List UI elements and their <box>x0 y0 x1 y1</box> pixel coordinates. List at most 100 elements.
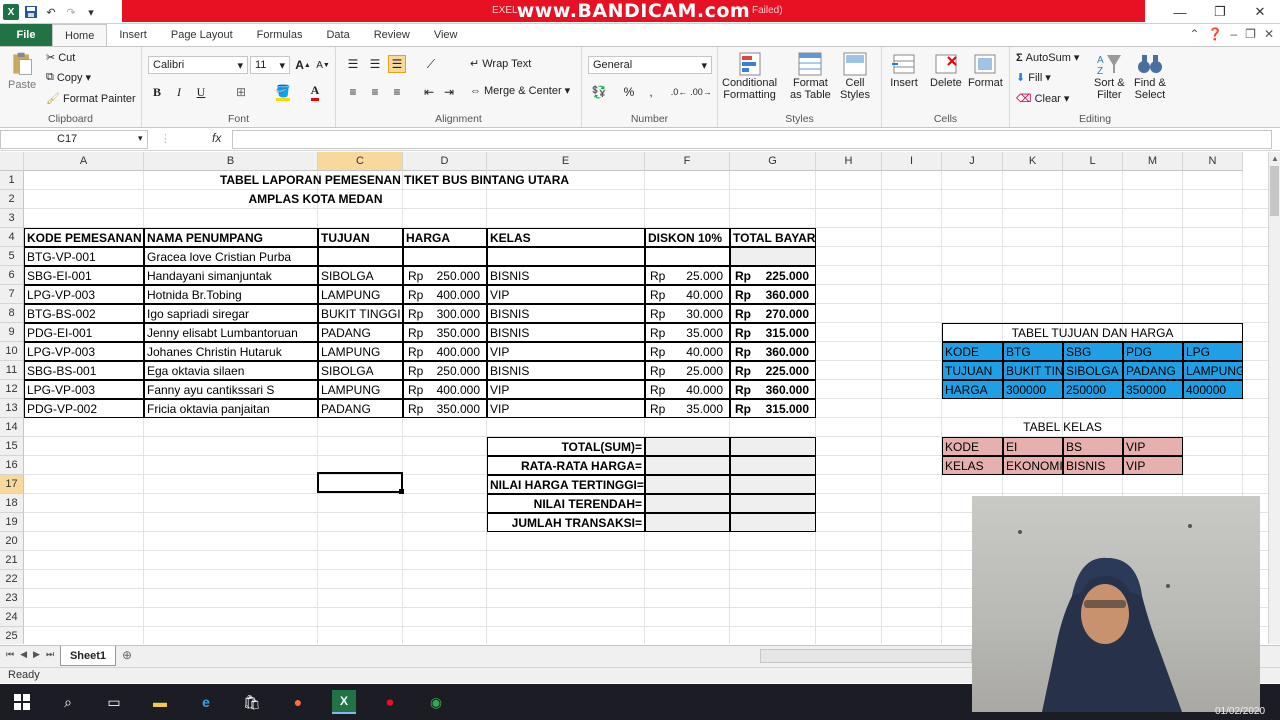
table-cell-kelas[interactable] <box>487 247 645 266</box>
store-icon[interactable]: 🛍 <box>240 690 264 714</box>
scroll-up-icon[interactable]: ▲ <box>1271 154 1279 163</box>
kelas-table-cell[interactable]: KELAS <box>942 456 1003 475</box>
table-cell-tujuan[interactable]: PADANG <box>318 399 403 418</box>
excel-app-icon[interactable]: X <box>3 4 19 20</box>
table-cell-harga[interactable]: Rp 300.000 <box>403 304 487 323</box>
tujuan-table-cell[interactable]: LAMPUNG <box>1183 361 1243 380</box>
tujuan-table-cell[interactable]: PDG <box>1123 342 1183 361</box>
table-cell-diskon[interactable]: Rp 40.000 <box>645 342 730 361</box>
table-cell-total[interactable] <box>730 247 816 266</box>
new-sheet-icon[interactable]: ⊕ <box>122 648 132 662</box>
table-cell-kelas[interactable]: BISNIS <box>487 361 645 380</box>
summary-value[interactable] <box>730 437 816 456</box>
table-cell-kelas[interactable]: BISNIS <box>487 304 645 323</box>
table-cell-nama[interactable]: Johanes Christin Hutaruk <box>144 342 318 361</box>
summary-label[interactable]: TOTAL(SUM)= <box>487 437 645 456</box>
tab-review[interactable]: Review <box>362 24 422 46</box>
currency-icon[interactable]: 💱 <box>590 83 608 101</box>
decrease-decimal-icon[interactable]: .00→ <box>690 83 712 101</box>
table-header[interactable]: KODE PEMESANAN <box>24 228 144 247</box>
percent-icon[interactable]: % <box>620 83 638 101</box>
table-cell-nama[interactable]: Handayani simanjuntak <box>144 266 318 285</box>
prev-sheet-icon[interactable]: ◀ <box>20 649 27 660</box>
table-cell-kode[interactable]: SBG-BS-001 <box>24 361 144 380</box>
table-cell-total[interactable]: Rp 270.000 <box>730 304 816 323</box>
collapse-ribbon-icon[interactable]: ⌃ <box>1189 27 1199 41</box>
tujuan-table-cell[interactable]: 300000 <box>1003 380 1063 399</box>
summary-value[interactable] <box>645 437 730 456</box>
tab-view[interactable]: View <box>422 24 470 46</box>
summary-value[interactable] <box>645 513 730 532</box>
select-all-corner[interactable] <box>0 152 24 171</box>
tujuan-table-cell[interactable]: SIBOLGA <box>1063 361 1123 380</box>
row-header-17[interactable]: 17 <box>0 475 24 494</box>
tujuan-table-cell[interactable]: PADANG <box>1123 361 1183 380</box>
wrap-text-button[interactable]: ↵ Wrap Text <box>470 57 531 71</box>
column-header-m[interactable]: M <box>1123 152 1183 171</box>
align-left-icon[interactable]: ≡ <box>344 83 362 101</box>
workbook-minimize-icon[interactable]: – <box>1230 27 1237 41</box>
tab-file[interactable]: File <box>0 24 52 46</box>
summary-value[interactable] <box>730 494 816 513</box>
table-cell-total[interactable]: Rp 225.000 <box>730 266 816 285</box>
table-cell-kelas[interactable]: BISNIS <box>487 323 645 342</box>
fill-handle[interactable] <box>399 489 404 494</box>
row-header-14[interactable]: 14 <box>0 418 24 437</box>
chevron-down-icon[interactable]: ▾ <box>138 133 143 144</box>
table-cell-harga[interactable]: Rp 250.000 <box>403 266 487 285</box>
tab-data[interactable]: Data <box>314 24 361 46</box>
bandicam-icon[interactable]: ⏺ <box>378 690 402 714</box>
report-subtitle[interactable]: AMPLAS KOTA MEDAN <box>144 190 487 209</box>
fill-button[interactable]: ⬇ Fill ▾ <box>1016 71 1051 85</box>
table-cell-harga[interactable]: Rp 400.000 <box>403 285 487 304</box>
merge-center-button[interactable]: ⇔ Merge & Center ▾ <box>470 84 570 98</box>
row-header-12[interactable]: 12 <box>0 380 24 399</box>
table-cell-diskon[interactable]: Rp 35.000 <box>645 399 730 418</box>
table-cell-tujuan[interactable]: BUKIT TINGGI <box>318 304 403 323</box>
table-cell-tujuan[interactable] <box>318 247 403 266</box>
delete-cells-button[interactable]: Delete <box>930 51 962 89</box>
table-cell-kode[interactable]: PDG-EI-001 <box>24 323 144 342</box>
table-cell-kode[interactable]: SBG-EI-001 <box>24 266 144 285</box>
decrease-font-icon[interactable]: A ▼ <box>314 56 332 74</box>
orientation-icon[interactable]: ⟋ <box>422 55 440 73</box>
row-header-13[interactable]: 13 <box>0 399 24 418</box>
table-cell-kode[interactable]: LPG-VP-003 <box>24 285 144 304</box>
table-cell-nama[interactable]: Gracea love Cristian Purba <box>144 247 318 266</box>
tab-insert[interactable]: Insert <box>107 24 159 46</box>
table-cell-diskon[interactable]: Rp 40.000 <box>645 285 730 304</box>
tujuan-table-cell[interactable]: LPG <box>1183 342 1243 361</box>
table-cell-total[interactable]: Rp 360.000 <box>730 342 816 361</box>
table-cell-harga[interactable]: Rp 350.000 <box>403 399 487 418</box>
summary-label[interactable]: NILAI HARGA TERTINGGI= <box>487 475 645 494</box>
table-cell-nama[interactable]: Fanny ayu cantikssari S <box>144 380 318 399</box>
sort-filter-button[interactable]: AZ Sort & Filter <box>1094 51 1125 101</box>
copy-button[interactable]: ⧉ Copy ▾ <box>46 71 91 84</box>
report-title[interactable]: TABEL LAPORAN PEMESENAN TIKET BUS BINTAN… <box>144 171 645 190</box>
fx-icon[interactable]: fx <box>212 131 221 145</box>
align-center-icon[interactable]: ≡ <box>366 83 384 101</box>
name-box[interactable]: C17 <box>0 130 148 149</box>
close-icon[interactable]: ✕ <box>1240 0 1280 24</box>
tujuan-table-cell[interactable]: 250000 <box>1063 380 1123 399</box>
format-cells-button[interactable]: Format <box>968 51 1003 89</box>
file-explorer-icon[interactable]: ▬ <box>148 690 172 714</box>
column-header-b[interactable]: B <box>144 152 318 171</box>
tujuan-table-cell[interactable]: 350000 <box>1123 380 1183 399</box>
align-top-icon[interactable]: ☰ <box>344 55 362 73</box>
table-cell-kode[interactable]: LPG-VP-003 <box>24 380 144 399</box>
active-cell-selection[interactable] <box>317 472 403 493</box>
kelas-table-cell[interactable]: VIP <box>1123 437 1183 456</box>
cut-button[interactable]: ✂ Cut <box>46 51 75 65</box>
cell-styles-button[interactable]: Cell Styles <box>840 51 870 101</box>
row-header-22[interactable]: 22 <box>0 570 24 589</box>
format-as-table-button[interactable]: Format as Table <box>790 51 831 101</box>
row-header-1[interactable]: 1 <box>0 171 24 190</box>
table-header[interactable]: TUJUAN <box>318 228 403 247</box>
font-color-icon[interactable]: A <box>306 83 324 101</box>
row-header-6[interactable]: 6 <box>0 266 24 285</box>
vertical-scrollbar[interactable]: ▲ <box>1268 152 1280 644</box>
minimize-icon[interactable]: — <box>1160 0 1200 24</box>
customize-qat-icon[interactable]: ▾ <box>83 4 99 20</box>
table-cell-nama[interactable]: Igo sapriadi siregar <box>144 304 318 323</box>
